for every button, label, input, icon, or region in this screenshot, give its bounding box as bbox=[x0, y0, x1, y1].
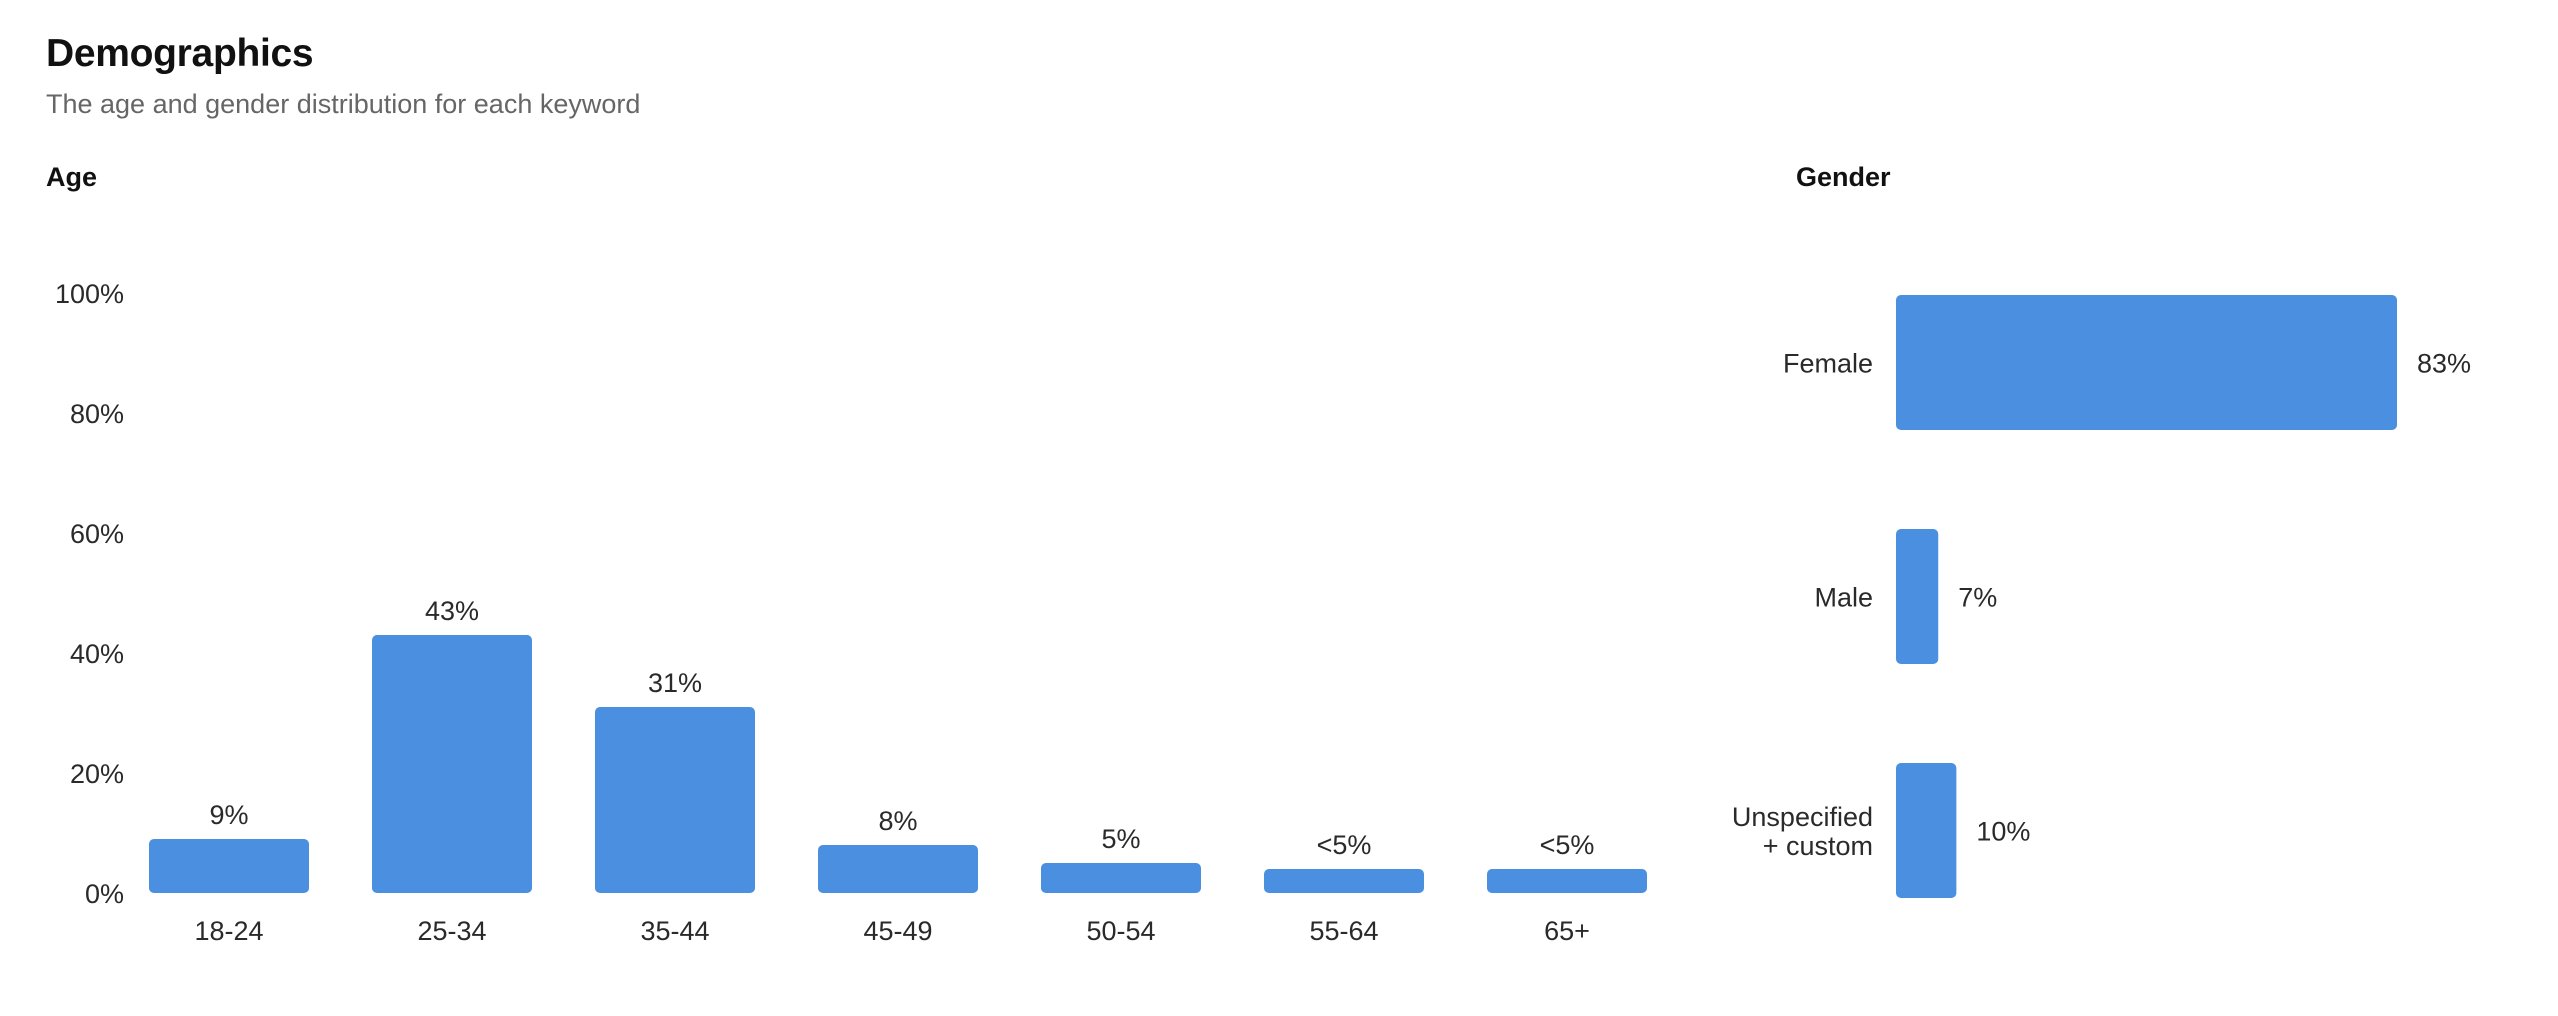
x-tick-label: 50-54 bbox=[1086, 916, 1155, 946]
gender-bar-value-label: 83% bbox=[2417, 349, 2471, 379]
x-tick-label: 65+ bbox=[1544, 916, 1590, 946]
demographics-charts: 0% 20% 40% 60% 80% 100% 9% 18-24 43% 25-34 31% 35-4… bbox=[55, 279, 2471, 946]
age-bar-value-label: 5% bbox=[1101, 824, 1140, 854]
age-bar-value-label: 9% bbox=[209, 800, 248, 830]
age-bar-value-label: 31% bbox=[648, 668, 702, 698]
gender-bar-value-label: 10% bbox=[1976, 817, 2030, 847]
y-tick-label: 20% bbox=[70, 759, 124, 789]
age-bar bbox=[595, 707, 755, 893]
age-chart: 0% 20% 40% 60% 80% 100% 9% 18-24 43% 25-34 31% 35-4… bbox=[55, 279, 1647, 946]
gender-bar bbox=[1896, 763, 1957, 898]
y-tick-label: 40% bbox=[70, 639, 124, 669]
gender-category-label: + custom bbox=[1763, 831, 1873, 861]
age-bar bbox=[818, 845, 978, 893]
age-bar-value-label: 43% bbox=[425, 596, 479, 626]
x-tick-label: 35-44 bbox=[640, 916, 709, 946]
y-tick-label: 60% bbox=[70, 519, 124, 549]
x-tick-label: 25-34 bbox=[417, 916, 486, 946]
age-bar bbox=[1041, 863, 1201, 893]
age-bar-value-label: <5% bbox=[1540, 830, 1595, 860]
x-tick-label: 55-64 bbox=[1309, 916, 1378, 946]
age-bar bbox=[1264, 869, 1424, 893]
age-bar bbox=[372, 635, 532, 893]
y-tick-label: 80% bbox=[70, 399, 124, 429]
x-tick-label: 18-24 bbox=[194, 916, 263, 946]
age-bar bbox=[149, 839, 309, 893]
gender-category-label: Unspecified bbox=[1732, 802, 1873, 832]
age-bar-value-label: <5% bbox=[1317, 830, 1372, 860]
gender-bar-value-label: 7% bbox=[1958, 583, 1997, 613]
y-tick-label: 100% bbox=[55, 279, 124, 309]
age-bar bbox=[1487, 869, 1647, 893]
x-tick-label: 45-49 bbox=[863, 916, 932, 946]
gender-chart: 83% Female 7% Male 10% Unspecified+ custom bbox=[1732, 295, 2471, 898]
age-bar-value-label: 8% bbox=[878, 806, 917, 836]
gender-category-label: Female bbox=[1783, 349, 1873, 379]
gender-category-label: Male bbox=[1814, 583, 1873, 613]
gender-bar bbox=[1896, 295, 2397, 430]
gender-bar bbox=[1896, 529, 1939, 664]
y-tick-label: 0% bbox=[85, 879, 124, 909]
